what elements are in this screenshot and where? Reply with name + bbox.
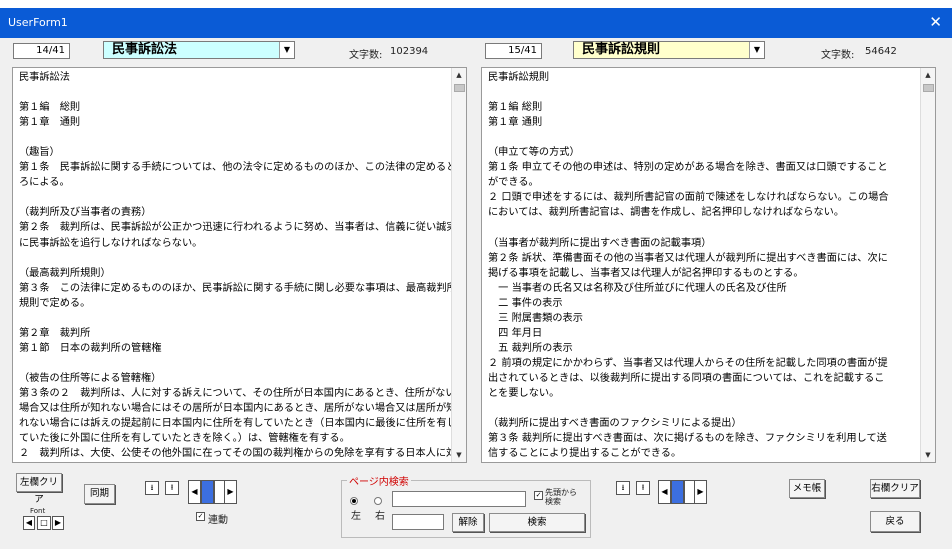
next-page-icon[interactable]: ▶: [694, 480, 707, 504]
head-search-label: 先頭から 検索: [545, 488, 577, 506]
scroll-thumb[interactable]: [454, 84, 465, 92]
reset-button[interactable]: 解除: [452, 513, 484, 532]
scroll-down-icon[interactable]: ▼: [921, 448, 935, 462]
prev-page-icon[interactable]: ◀: [188, 480, 201, 504]
scroll-up-icon[interactable]: ▲: [921, 68, 935, 82]
search-legend: ページ内検索: [347, 473, 411, 488]
scroll-up-icon[interactable]: ▲: [452, 68, 466, 82]
scroll-bottom-icon[interactable]: ⭳: [616, 481, 630, 495]
memo-button[interactable]: メモ帳: [789, 479, 825, 498]
scroll-thumb[interactable]: [923, 84, 934, 92]
font-smaller-icon[interactable]: ◀: [23, 516, 35, 530]
head-search-checkbox[interactable]: ✓: [534, 491, 543, 500]
chevron-down-icon[interactable]: ▼: [749, 42, 764, 58]
right-law-value: 民事訴訟規則: [582, 42, 661, 57]
link-label: 連動: [208, 515, 228, 526]
right-count-label: 文字数:: [821, 50, 855, 61]
right-page-indicator[interactable]: 15/41: [485, 43, 542, 59]
scroll-top-icon[interactable]: ⭱: [165, 481, 179, 495]
right-clear-button[interactable]: 右欄クリア: [870, 479, 920, 498]
right-law-select[interactable]: 民事訴訟規則 ▼: [573, 41, 765, 59]
search-input[interactable]: [392, 491, 526, 507]
font-reset-icon[interactable]: □: [37, 516, 51, 530]
font-label: Font: [30, 507, 46, 515]
radio-right[interactable]: [374, 497, 382, 505]
link-checkbox[interactable]: ✓: [196, 512, 205, 521]
scroll-down-icon[interactable]: ▼: [452, 448, 466, 462]
left-law-select[interactable]: 民事訴訟法 ▼: [103, 41, 295, 59]
page-bar-icon[interactable]: [671, 480, 684, 504]
right-text-area[interactable]: 民事訴訟規則 第１編 総則 第１章 通則 （申立て等の方式） 第１条 申立てその…: [481, 67, 936, 463]
right-law-text: 民事訴訟規則 第１編 総則 第１章 通則 （申立て等の方式） 第１条 申立てその…: [488, 72, 889, 460]
title-bar: UserForm1 ✕: [0, 8, 952, 38]
right-scrollbar[interactable]: ▲ ▼: [920, 68, 935, 462]
radio-left-label: 左: [351, 511, 361, 522]
page-bar-icon[interactable]: [201, 480, 214, 504]
sync-button[interactable]: 同期: [84, 484, 115, 504]
search-count-field[interactable]: [392, 514, 444, 530]
right-count-value: 54642: [865, 46, 897, 57]
left-count-value: 102394: [390, 46, 429, 57]
left-scrollbar[interactable]: ▲ ▼: [451, 68, 466, 462]
radio-right-label: 右: [375, 511, 385, 522]
left-count-label: 文字数:: [349, 50, 383, 61]
next-page-icon[interactable]: ▶: [224, 480, 237, 504]
chevron-down-icon[interactable]: ▼: [279, 42, 294, 58]
font-larger-icon[interactable]: ▶: [52, 516, 64, 530]
scroll-bottom-icon[interactable]: ⭳: [145, 481, 159, 495]
search-button[interactable]: 検索: [489, 513, 585, 532]
left-clear-button[interactable]: 左欄クリア: [16, 473, 62, 505]
left-law-value: 民事訴訟法: [112, 42, 178, 57]
window-title: UserForm1: [8, 16, 68, 29]
left-text-area[interactable]: 民事訴訟法 第１編 総則 第１章 通則 （趣旨） 第１条 民事訴訟に関する手続に…: [12, 67, 467, 463]
left-law-text: 民事訴訟法 第１編 総則 第１章 通則 （趣旨） 第１条 民事訴訟に関する手続に…: [19, 72, 467, 460]
left-page-indicator[interactable]: 14/41: [13, 43, 70, 59]
back-button[interactable]: 戻る: [870, 511, 920, 532]
radio-left[interactable]: [350, 497, 358, 505]
close-icon[interactable]: ✕: [929, 13, 942, 31]
prev-page-icon[interactable]: ◀: [658, 480, 671, 504]
scroll-top-icon[interactable]: ⭱: [636, 481, 650, 495]
